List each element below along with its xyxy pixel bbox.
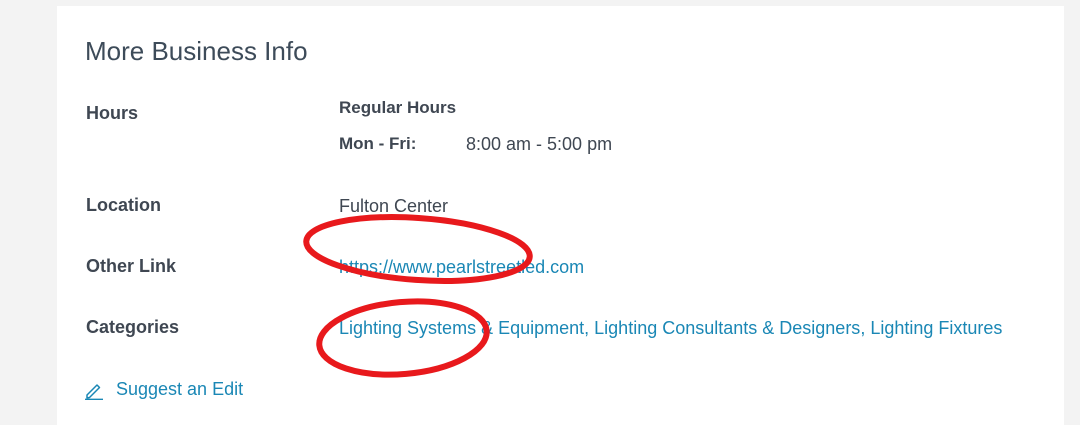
category-separator: ,	[584, 318, 595, 338]
category-link[interactable]: Lighting Fixtures	[870, 318, 1002, 338]
section-title: More Business Info	[85, 36, 308, 66]
other-link-label: Other Link	[86, 256, 177, 276]
suggest-edit-label: Suggest an Edit	[116, 379, 244, 399]
hours-day-range: Mon - Fri:	[339, 134, 417, 153]
regular-hours-heading: Regular Hours	[339, 98, 457, 117]
category-link[interactable]: Lighting Systems & Equipment	[339, 318, 584, 338]
categories-label: Categories	[86, 317, 180, 337]
pencil-icon	[84, 380, 116, 400]
suggest-edit-link[interactable]: Suggest an Edit	[84, 379, 243, 400]
business-info-panel: More Business Info Hours Regular Hours M…	[57, 6, 1064, 425]
categories-list: Lighting Systems & Equipment, Lighting C…	[339, 318, 1002, 339]
location-label: Location	[86, 195, 161, 215]
other-link-url[interactable]: https://www.pearlstreetled.com	[339, 257, 584, 278]
category-separator: ,	[860, 318, 871, 338]
location-value: Fulton Center	[339, 196, 449, 216]
hours-label: Hours	[86, 103, 139, 123]
hours-time-range: 8:00 am - 5:00 pm	[466, 134, 613, 154]
category-link[interactable]: Lighting Consultants & Designers	[594, 318, 860, 338]
